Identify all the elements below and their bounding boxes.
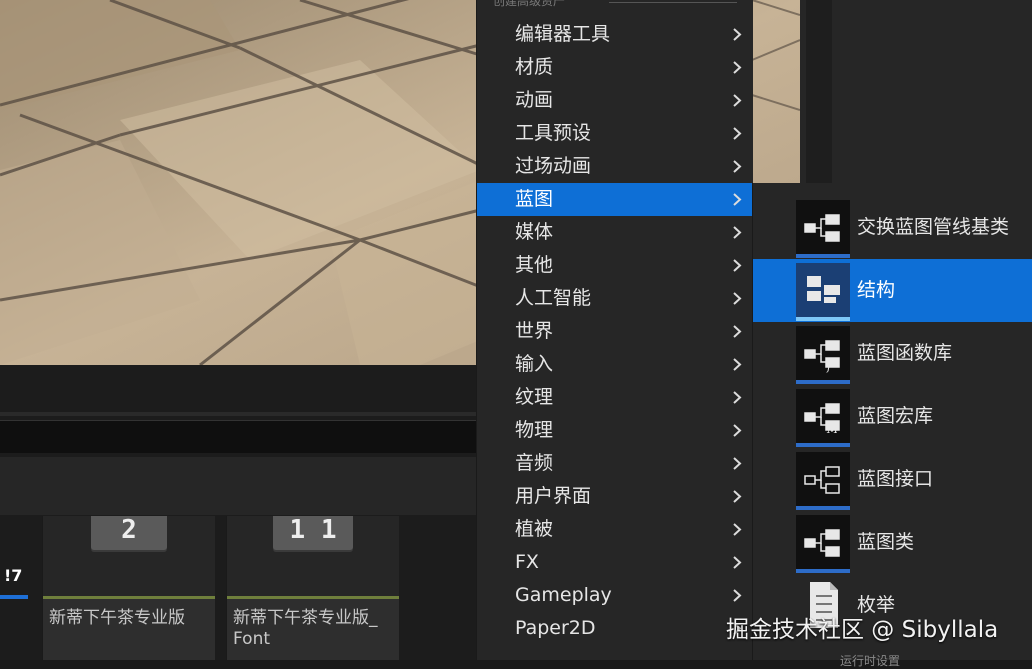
menu-item-label: 输入 xyxy=(515,353,554,375)
chevron-right-icon xyxy=(733,358,742,371)
submenu-item[interactable]: f 蓝图函数库 xyxy=(753,322,1032,385)
submenu-item-label: 蓝图宏库 xyxy=(857,405,934,427)
menu-item[interactable]: 蓝图 xyxy=(477,183,753,216)
asset-tile[interactable]: 2 新蒂下午茶专业版 xyxy=(42,516,215,660)
search-bar[interactable] xyxy=(0,420,476,453)
details-panel xyxy=(800,0,1032,183)
chevron-right-icon xyxy=(733,28,742,41)
content-browser-toolbar xyxy=(0,457,478,515)
menu-item-label: 动画 xyxy=(515,89,554,111)
chevron-right-icon xyxy=(733,259,742,272)
menu-item[interactable]: Gameplay xyxy=(477,579,753,612)
chevron-right-icon xyxy=(733,325,742,338)
svg-text:M: M xyxy=(826,423,839,436)
chevron-right-icon xyxy=(733,292,742,305)
struct-icon xyxy=(796,263,850,321)
submenu-item[interactable]: M 蓝图宏库 xyxy=(753,385,1032,448)
font-asset-icon: 1 1 xyxy=(273,516,353,550)
chevron-right-icon xyxy=(733,94,742,107)
asset-tile[interactable]: 1 1 新蒂下午茶专业版_ Font xyxy=(226,516,399,660)
submenu-item[interactable]: 结构 xyxy=(753,259,1032,322)
asset-thumbnail: 2 xyxy=(43,516,215,596)
chevron-right-icon xyxy=(733,523,742,536)
menu-item-label: 音频 xyxy=(515,452,554,474)
blueprint-interface-icon xyxy=(796,452,850,510)
menu-item-label: 过场动画 xyxy=(515,155,592,177)
submenu-item-label: 蓝图类 xyxy=(857,531,915,553)
menu-item-label: 物理 xyxy=(515,419,554,441)
menu-item[interactable]: Paper2D xyxy=(477,612,753,645)
chevron-right-icon xyxy=(733,391,742,404)
menu-item[interactable]: 纹理 xyxy=(477,381,753,414)
menu-item[interactable]: 输入 xyxy=(477,348,753,381)
chevron-right-icon xyxy=(733,490,742,503)
menu-item[interactable]: 世界 xyxy=(477,315,753,348)
chevron-right-icon xyxy=(733,457,742,470)
submenu-item-label: 蓝图函数库 xyxy=(857,342,953,364)
create-advanced-asset-menu: 创建高级资产 编辑器工具材质动画工具预设过场动画蓝图媒体其他人工智能世界输入纹理… xyxy=(476,0,753,660)
bottom-peek-text: 运行时设置 xyxy=(840,654,901,668)
menu-item-label: 媒体 xyxy=(515,221,554,243)
font-asset-icon: 2 xyxy=(91,516,167,550)
submenu-item[interactable]: 交换蓝图管线基类 xyxy=(753,196,1032,259)
menu-item[interactable]: 过场动画 xyxy=(477,150,753,183)
menu-item-label: 其他 xyxy=(515,254,554,276)
menu-item[interactable]: 动画 xyxy=(477,84,753,117)
asset-thumbnail: 1 1 xyxy=(227,516,399,596)
blueprint-function-library-icon: f xyxy=(796,326,850,384)
menu-item-label: Paper2D xyxy=(515,617,596,639)
submenu-item-label: 结构 xyxy=(857,279,896,301)
chevron-right-icon xyxy=(733,61,742,74)
menu-item[interactable]: 媒体 xyxy=(477,216,753,249)
chevron-right-icon xyxy=(733,226,742,239)
menu-item-label: 植被 xyxy=(515,518,554,540)
menu-item-label: 世界 xyxy=(515,320,554,342)
partial-asset-icon: !7 xyxy=(4,566,23,585)
menu-item[interactable]: 其他 xyxy=(477,249,753,282)
asset-name: 新蒂下午茶专业版_ Font xyxy=(233,608,378,649)
chevron-right-icon xyxy=(733,160,742,173)
chevron-right-icon xyxy=(733,424,742,437)
menu-item-label: 蓝图 xyxy=(515,188,554,210)
submenu-item[interactable]: 蓝图类 xyxy=(753,511,1032,574)
menu-item-label: 材质 xyxy=(515,56,554,78)
submenu-item[interactable]: 蓝图接口 xyxy=(753,448,1032,511)
blueprint-submenu: 交换蓝图管线基类 结构 f 蓝图函数库 M 蓝图宏库 蓝图接口 蓝图类 枚举 xyxy=(752,183,1032,660)
chevron-right-icon xyxy=(733,589,742,602)
blueprint-class-icon xyxy=(796,515,850,573)
menu-item[interactable]: 编辑器工具 xyxy=(477,18,753,51)
menu-item-label: Gameplay xyxy=(515,584,612,606)
menu-item[interactable]: 植被 xyxy=(477,513,753,546)
menu-item[interactable]: 工具预设 xyxy=(477,117,753,150)
menu-item[interactable]: 材质 xyxy=(477,51,753,84)
watermark: 掘金技术社区 @ Sibyllala xyxy=(726,617,999,643)
menu-section-header: 创建高级资产 xyxy=(493,0,566,8)
chevron-right-icon xyxy=(733,127,742,140)
menu-item[interactable]: 音频 xyxy=(477,447,753,480)
submenu-item-label: 蓝图接口 xyxy=(857,468,934,490)
menu-item-label: 用户界面 xyxy=(515,485,592,507)
menu-item-label: FX xyxy=(515,551,539,573)
menu-item[interactable]: 物理 xyxy=(477,414,753,447)
chevron-right-icon xyxy=(733,556,742,569)
asset-name: 新蒂下午茶专业版 xyxy=(49,608,185,628)
submenu-item-label: 交换蓝图管线基类 xyxy=(857,216,1010,238)
menu-item-label: 人工智能 xyxy=(515,287,592,309)
menu-item[interactable]: FX xyxy=(477,546,753,579)
menu-item[interactable]: 人工智能 xyxy=(477,282,753,315)
menu-item-label: 纹理 xyxy=(515,386,554,408)
menu-item[interactable]: 用户界面 xyxy=(477,480,753,513)
menu-item-label: 编辑器工具 xyxy=(515,23,611,45)
menu-item-label: 工具预设 xyxy=(515,122,592,144)
blueprint-macro-library-icon: M xyxy=(796,389,850,447)
chevron-right-icon xyxy=(733,193,742,206)
blueprint-icon xyxy=(796,200,850,258)
